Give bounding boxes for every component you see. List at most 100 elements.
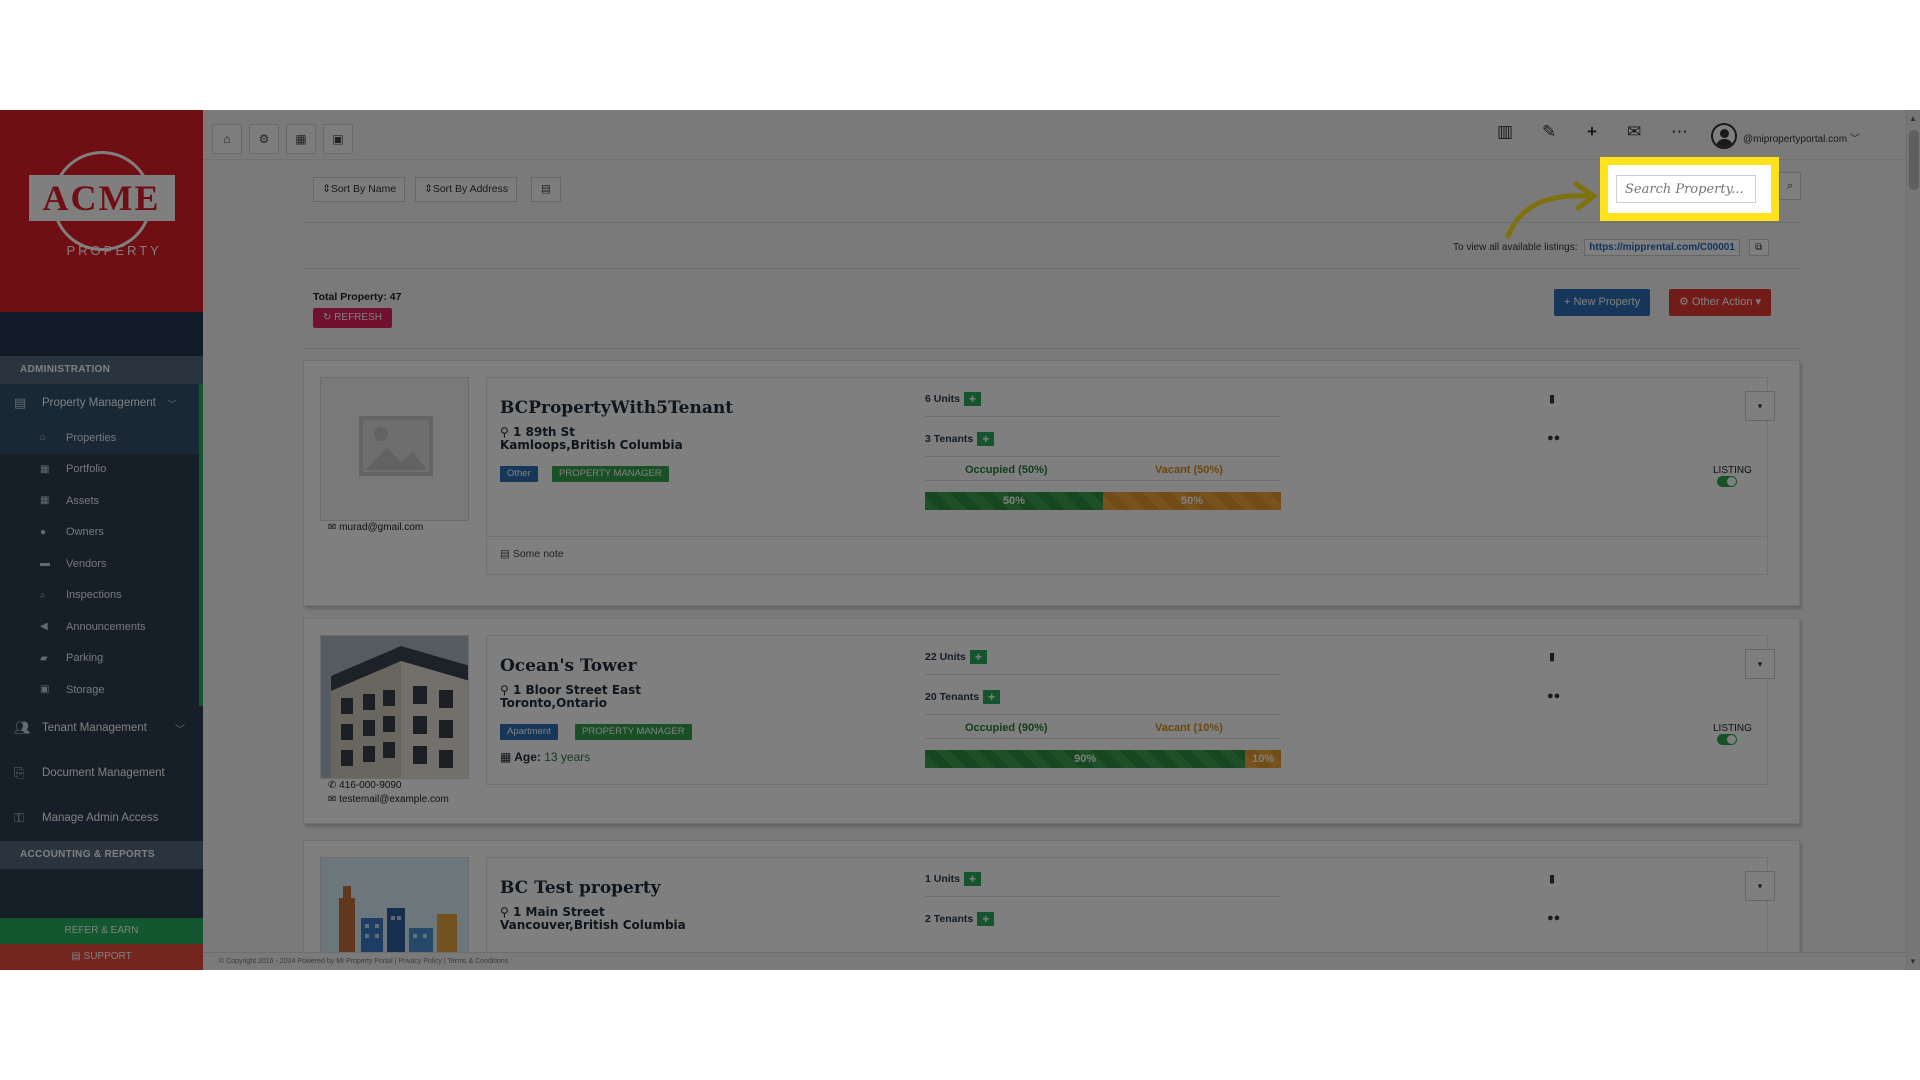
add-unit-button[interactable]: + (964, 392, 982, 406)
units-text: 1 Units (925, 872, 961, 885)
property-actions-dropdown[interactable]: ▾ (1745, 391, 1775, 421)
bookmark-icon[interactable]: ▮ (1549, 392, 1555, 405)
add-tenant-button[interactable]: + (983, 690, 1001, 704)
toggle-switch[interactable] (1717, 476, 1737, 487)
listing-label: LISTING (1713, 723, 1752, 734)
sidebar-item-label: Announcements (66, 620, 146, 633)
property-address-line2: Kamloops,British Columbia (500, 438, 683, 452)
property-image[interactable] (320, 635, 469, 779)
documents-icon: ⎘ (14, 765, 25, 780)
property-actions-dropdown[interactable]: ▾ (1745, 871, 1775, 901)
property-name[interactable]: BC Test property (500, 878, 661, 898)
units-text: 6 Units (925, 392, 961, 405)
users-icon[interactable]: ●● (1547, 432, 1560, 444)
home-icon: ⌂ (223, 132, 231, 146)
search-button[interactable]: ⌕ (1779, 172, 1801, 200)
wrench-icon[interactable]: ✎ (1542, 122, 1556, 142)
scroll-up-icon[interactable]: ▲ (1909, 114, 1917, 123)
listing-toggle[interactable]: LISTING (1713, 723, 1767, 745)
new-property-button[interactable]: + New Property (1554, 289, 1651, 316)
sidebar-item-announcements[interactable]: ◀ Announcements (0, 611, 199, 643)
scrollbar[interactable]: ▲ ▼ (1906, 110, 1920, 970)
avatar[interactable] (1711, 123, 1737, 149)
sidebar-group-document-management[interactable]: ⎘ Document Management (0, 751, 203, 796)
property-name[interactable]: BCPropertyWith5Tenant (500, 398, 733, 418)
toggle-switch[interactable] (1717, 734, 1737, 745)
calendar-button[interactable]: ▦ (286, 124, 316, 154)
units-count: 6 Units + (925, 392, 982, 406)
search-property-input[interactable] (1616, 175, 1756, 203)
owner-email[interactable]: ✉ murad@gmail.com (328, 521, 423, 535)
sidebar-item-owners[interactable]: ● Owners (0, 517, 199, 549)
owner-phone[interactable]: ✆ 416-000-9090 (328, 779, 401, 793)
bar-chart-icon[interactable]: ▥ (1497, 122, 1513, 142)
property-details: Ocean's Tower ⚲ 1 Bloor Street East Toro… (486, 635, 1775, 785)
vacant-segment: 10% (1245, 750, 1281, 768)
copy-link-button[interactable]: ⧉ (1748, 239, 1769, 256)
listing-label: LISTING (1713, 465, 1752, 476)
property-name[interactable]: Ocean's Tower (500, 656, 637, 676)
listing-toggle[interactable]: LISTING (1713, 465, 1767, 487)
home-button[interactable]: ⌂ (212, 124, 242, 154)
add-unit-button[interactable]: + (964, 872, 982, 886)
sidebar-group-tenant-management[interactable]: 👥︎ Tenant Management ﹀ (0, 706, 203, 751)
view-toggle-button[interactable]: ▤ (531, 177, 561, 202)
sidebar-item-assets[interactable]: ▦ Assets (0, 485, 199, 517)
plus-icon[interactable]: + (1587, 122, 1597, 142)
sidebar-item-label: Owners (66, 526, 104, 539)
tenants-count: 2 Tenants + (925, 912, 995, 926)
chevron-down-icon: ﹀ (167, 399, 177, 411)
sort-by-address-button[interactable]: ⇕Sort By Address (415, 177, 518, 202)
sidebar-item-inspections[interactable]: ⌕ Inspections (0, 580, 199, 612)
tenants-count: 3 Tenants + (925, 432, 995, 446)
user-email-menu[interactable]: @mipropertyportal.com ﹀ (1743, 130, 1860, 145)
divider (925, 738, 1281, 739)
other-action-button[interactable]: ⚙ Other Action ▾ (1669, 289, 1772, 316)
user-icon: ● (40, 526, 47, 538)
more-icon[interactable]: ⋯ (1671, 122, 1688, 142)
sidebar-item-parking[interactable]: ▰ Parking (0, 643, 199, 675)
chevron-down-icon: ﹀ (1849, 134, 1860, 145)
refresh-button[interactable]: ↻ REFRESH (313, 308, 392, 328)
sidebar-group-admin-access[interactable]: ⚿ Manage Admin Access (0, 796, 203, 841)
property-actions-dropdown[interactable]: ▾ (1745, 649, 1775, 679)
sort-by-name-button[interactable]: ⇕Sort By Name (313, 177, 406, 202)
truck-icon: ▬ (40, 558, 50, 570)
refer-earn-button[interactable]: REFER & EARN (0, 918, 203, 944)
role-badge: PROPERTY MANAGER (575, 724, 692, 740)
sidebar-item-vendors[interactable]: ▬ Vendors (0, 548, 199, 580)
sidebar-item-storage[interactable]: ▣ Storage (0, 674, 199, 706)
divider (925, 714, 1281, 715)
search-highlight (1600, 157, 1779, 221)
home-icon: ⌂ (40, 432, 47, 444)
sort-icon: ⇕ (322, 183, 331, 195)
settings-button[interactable]: ⚙ (249, 124, 279, 154)
add-tenant-button[interactable]: + (977, 912, 995, 926)
sidebar-group-property-management[interactable]: ▤ Property Management ﹀ (0, 384, 203, 422)
calculator-button[interactable]: ▣ (323, 124, 353, 154)
users-icon: 👥︎ (14, 720, 31, 735)
brand-logo-area[interactable]: ACME PROPERTY (0, 110, 203, 312)
users-icon[interactable]: ●● (1547, 690, 1560, 702)
sidebar-item-label: Assets (66, 494, 100, 507)
property-image-placeholder[interactable] (320, 377, 469, 521)
sidebar-item-label: Storage (66, 683, 105, 696)
tenants-text: 20 Tenants (925, 690, 980, 703)
users-icon[interactable]: ●● (1547, 912, 1560, 924)
sidebar-item-properties[interactable]: ⌂ Properties (0, 422, 199, 454)
sidebar-item-portfolio[interactable]: ▦ Portfolio (0, 454, 199, 486)
image-placeholder-icon (359, 416, 433, 476)
occupied-segment: 90% (925, 750, 1246, 768)
pointer-arrow-icon (1505, 181, 1597, 239)
bookmark-icon[interactable]: ▮ (1549, 872, 1555, 885)
owner-email[interactable]: ✉ testemail@example.com (328, 793, 449, 807)
support-button[interactable]: ▤ SUPPORT (0, 944, 203, 970)
add-tenant-button[interactable]: + (977, 432, 995, 446)
scrollbar-thumb[interactable] (1909, 130, 1919, 190)
add-unit-button[interactable]: + (969, 650, 987, 664)
listings-link[interactable]: https://mipprental.com/C00001 (1584, 239, 1740, 257)
occupied-segment: 50% (925, 492, 1103, 510)
mail-icon[interactable]: ✉ (1627, 122, 1641, 142)
scroll-down-icon[interactable]: ▼ (1909, 957, 1917, 966)
bookmark-icon[interactable]: ▮ (1549, 650, 1555, 663)
